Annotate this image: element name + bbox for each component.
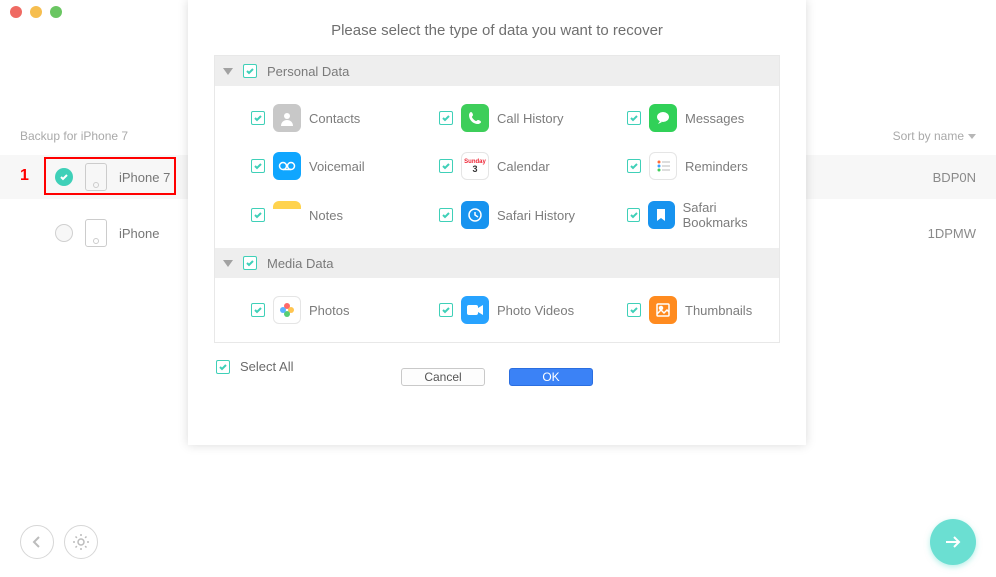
image-icon — [649, 296, 677, 324]
checkbox[interactable] — [627, 303, 641, 317]
settings-button[interactable] — [64, 525, 98, 559]
item-label: Reminders — [685, 159, 748, 174]
item-label: Voicemail — [309, 159, 365, 174]
voicemail-icon — [273, 152, 301, 180]
checkbox[interactable] — [439, 111, 453, 125]
item-calendar[interactable]: Sunday3 Calendar — [403, 142, 591, 190]
gear-icon — [72, 533, 90, 551]
item-label: Photo Videos — [497, 303, 574, 318]
phone-icon — [85, 219, 107, 247]
ok-button[interactable]: OK — [509, 368, 593, 386]
item-label: Contacts — [309, 111, 360, 126]
data-type-panel: Personal Data Contacts Call History Mess… — [214, 55, 780, 343]
phone-icon — [461, 104, 489, 132]
radio-empty-icon — [55, 224, 73, 242]
personal-data-grid: Contacts Call History Messages Voicemail… — [215, 86, 779, 248]
section-media-data[interactable]: Media Data — [215, 248, 779, 278]
checkbox[interactable] — [243, 64, 257, 78]
item-label: Photos — [309, 303, 349, 318]
photos-icon — [273, 296, 301, 324]
checkbox[interactable] — [439, 159, 453, 173]
recover-type-dialog: Please select the type of data you want … — [188, 0, 806, 445]
device-id: 1DPMW — [928, 226, 976, 241]
minimize-icon[interactable] — [30, 6, 42, 18]
device-id: BDP0N — [933, 170, 976, 185]
maximize-icon[interactable] — [50, 6, 62, 18]
section-label: Personal Data — [267, 64, 349, 79]
notes-icon — [273, 201, 301, 229]
item-contacts[interactable]: Contacts — [215, 94, 403, 142]
item-call-history[interactable]: Call History — [403, 94, 591, 142]
item-notes[interactable]: Notes — [215, 190, 403, 240]
device-name: iPhone 7 — [119, 170, 170, 185]
item-label: Safari Bookmarks — [683, 200, 779, 230]
chevron-down-icon — [223, 68, 233, 75]
section-personal-data[interactable]: Personal Data — [215, 56, 779, 86]
item-label: Messages — [685, 111, 744, 126]
video-icon — [461, 296, 489, 324]
sort-label: Sort by name — [893, 129, 964, 143]
check-icon — [55, 168, 73, 186]
item-reminders[interactable]: Reminders — [591, 142, 779, 190]
close-icon[interactable] — [10, 6, 22, 18]
item-messages[interactable]: Messages — [591, 94, 779, 142]
item-label: Notes — [309, 208, 343, 223]
calendar-icon: Sunday3 — [461, 152, 489, 180]
checkbox[interactable] — [243, 256, 257, 270]
phone-icon — [85, 163, 107, 191]
checkbox[interactable] — [627, 111, 641, 125]
chevron-down-icon — [223, 260, 233, 267]
checkbox[interactable] — [627, 208, 640, 222]
item-photo-videos[interactable]: Photo Videos — [403, 286, 591, 334]
checkbox[interactable] — [439, 208, 453, 222]
checkbox[interactable] — [251, 303, 265, 317]
cancel-button[interactable]: Cancel — [401, 368, 485, 386]
chevron-down-icon — [968, 134, 976, 139]
checkbox[interactable] — [251, 111, 265, 125]
bookmark-icon — [648, 201, 674, 229]
window-traffic-lights[interactable] — [10, 6, 62, 18]
dialog-buttons: Cancel OK — [188, 368, 806, 392]
bottom-bar — [0, 507, 996, 577]
item-safari-bookmarks[interactable]: Safari Bookmarks — [591, 190, 779, 240]
item-safari-history[interactable]: Safari History — [403, 190, 591, 240]
checkbox[interactable] — [627, 159, 641, 173]
item-photos[interactable]: Photos — [215, 286, 403, 334]
item-voicemail[interactable]: Voicemail — [215, 142, 403, 190]
checkbox[interactable] — [251, 159, 265, 173]
contacts-icon — [273, 104, 301, 132]
backup-title: Backup for iPhone 7 — [20, 129, 128, 143]
back-button[interactable] — [20, 525, 54, 559]
reminders-icon — [649, 152, 677, 180]
item-label: Call History — [497, 111, 563, 126]
messages-icon — [649, 104, 677, 132]
item-label: Safari History — [497, 208, 575, 223]
clock-icon — [461, 201, 489, 229]
item-label: Thumbnails — [685, 303, 752, 318]
checkbox[interactable] — [439, 303, 453, 317]
media-data-grid: Photos Photo Videos Thumbnails — [215, 278, 779, 342]
dialog-title: Please select the type of data you want … — [188, 0, 806, 55]
next-button[interactable] — [930, 519, 976, 565]
item-thumbnails[interactable]: Thumbnails — [591, 286, 779, 334]
item-label: Calendar — [497, 159, 550, 174]
section-label: Media Data — [267, 256, 333, 271]
checkbox[interactable] — [251, 208, 265, 222]
device-name: iPhone — [119, 226, 159, 241]
sort-dropdown[interactable]: Sort by name — [893, 129, 976, 143]
